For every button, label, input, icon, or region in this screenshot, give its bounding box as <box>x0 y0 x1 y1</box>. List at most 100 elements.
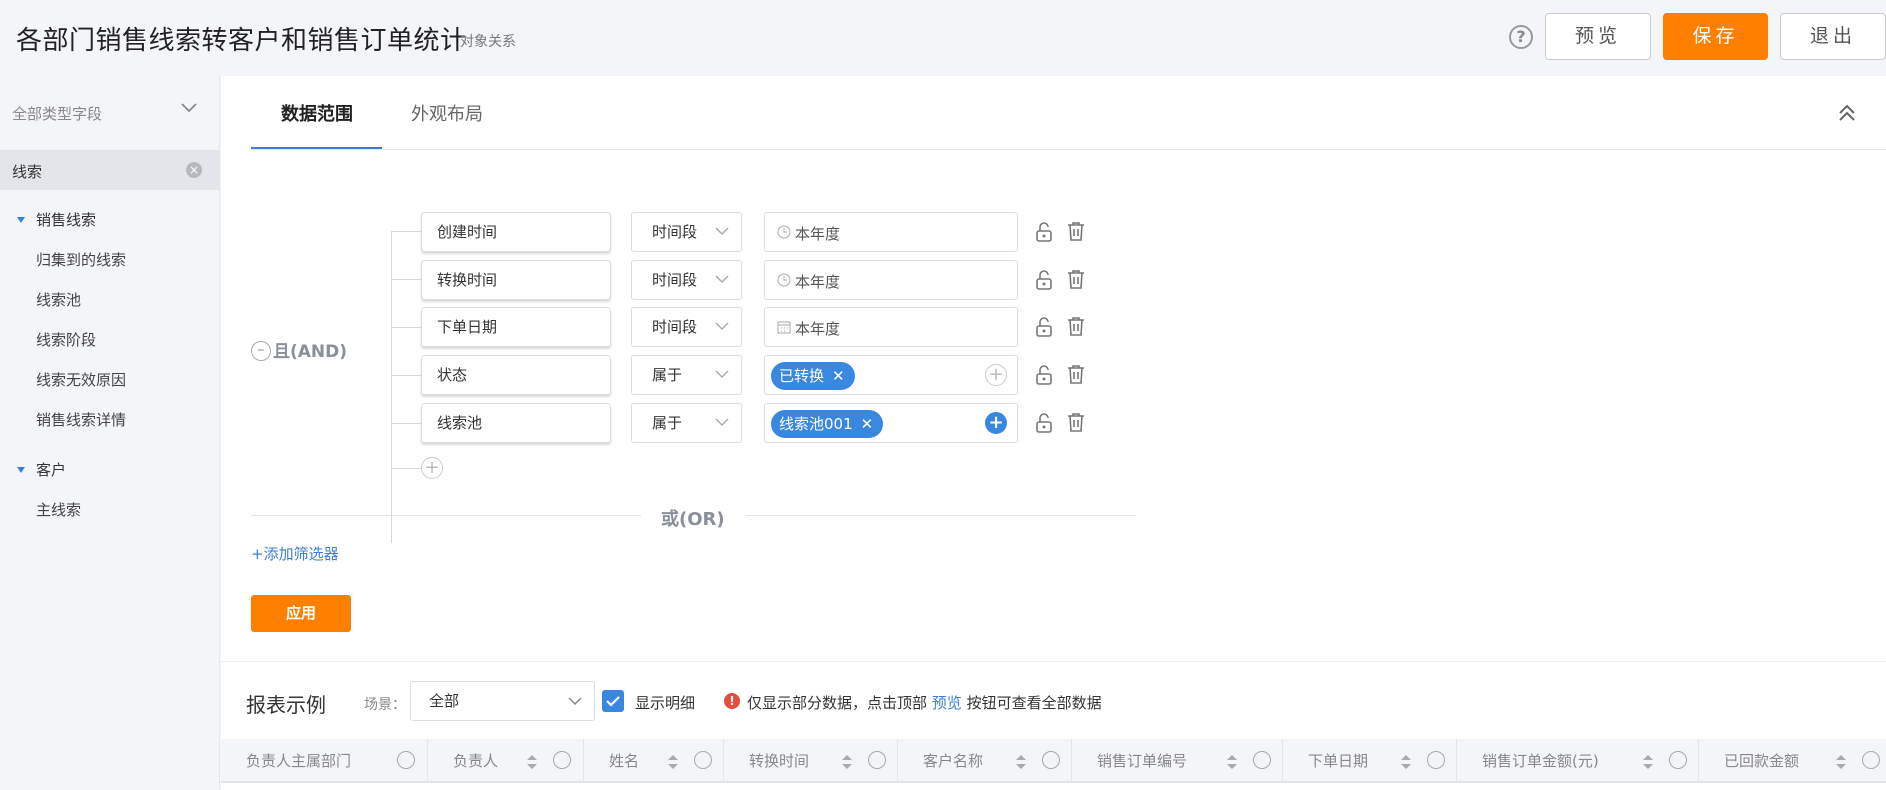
value-text: 本年度 <box>795 225 841 243</box>
condition-field[interactable]: 下单日期 <box>421 307 611 347</box>
tree-branch <box>391 375 421 376</box>
filter-icon[interactable] <box>868 751 886 769</box>
clear-search-icon[interactable]: × <box>186 162 202 178</box>
tree-group-customer: 客户 主线索 <box>0 450 220 530</box>
condition-value[interactable]: 已转换 ✕ + <box>764 355 1018 395</box>
column-label: 负责人主属部门 <box>246 752 352 770</box>
scene-select[interactable]: 全部 <box>410 681 595 721</box>
add-value-icon[interactable]: + <box>985 412 1007 434</box>
column-label: 已回款金额 <box>1724 752 1800 770</box>
main-panel: 数据范围 外观布局 – 且(AND) 创建时间 时间段 本年度 转换时间 时间段… <box>221 76 1886 661</box>
condition-operator[interactable]: 属于 <box>631 355 742 395</box>
add-condition-icon[interactable]: + <box>421 457 443 479</box>
tab-data-range[interactable]: 数据范围 <box>281 100 353 126</box>
condition-value[interactable]: 线索池001 ✕ + <box>764 403 1018 443</box>
or-label: 或(OR) <box>661 509 725 530</box>
apply-button[interactable]: 应用 <box>251 595 351 632</box>
filter-icon[interactable] <box>1427 751 1445 769</box>
or-divider <box>746 515 1136 516</box>
add-value-icon[interactable]: + <box>985 364 1007 386</box>
or-divider <box>251 515 641 516</box>
filter-icon[interactable] <box>1862 751 1880 769</box>
sort-icon <box>1227 755 1237 769</box>
tree-item[interactable]: 线索无效原因 <box>0 360 220 400</box>
column-header[interactable]: 已回款金额 <box>1699 739 1886 783</box>
tree-item[interactable]: 主线索 <box>0 490 220 530</box>
condition-value[interactable]: 本年度 <box>764 307 1018 347</box>
sort-icon <box>668 755 678 769</box>
column-header[interactable]: 销售订单编号 <box>1072 739 1283 783</box>
add-filter-link[interactable]: +添加筛选器 <box>251 543 339 564</box>
condition-field[interactable]: 状态 <box>421 355 611 395</box>
filter-icon[interactable] <box>1669 751 1687 769</box>
condition-operator[interactable]: 属于 <box>631 403 742 443</box>
tab-appearance-layout[interactable]: 外观布局 <box>411 100 483 126</box>
condition-value[interactable]: 本年度 <box>764 260 1018 300</box>
help-icon[interactable]: ? <box>1509 25 1533 49</box>
condition-field[interactable]: 转换时间 <box>421 260 611 300</box>
tree-branch <box>391 468 421 469</box>
chevron-down-icon <box>715 227 729 236</box>
save-button[interactable]: 保存 <box>1663 13 1768 60</box>
collapse-group-icon[interactable]: – <box>251 341 271 361</box>
tree-branch <box>391 423 421 424</box>
condition-field[interactable]: 创建时间 <box>421 212 611 252</box>
filter-icon[interactable] <box>694 751 712 769</box>
sort-icon <box>527 755 537 769</box>
condition-operator[interactable]: 时间段 <box>631 212 742 252</box>
column-label: 转换时间 <box>749 752 810 770</box>
tree-item[interactable]: 销售线索详情 <box>0 400 220 440</box>
column-header[interactable]: 姓名 <box>584 739 724 783</box>
show-detail-label: 显示明细 <box>635 694 696 712</box>
chevron-down-icon[interactable] <box>180 102 198 114</box>
condition-operator[interactable]: 时间段 <box>631 307 742 347</box>
collapse-up-icon[interactable] <box>1837 103 1857 123</box>
sort-icon <box>1643 755 1653 769</box>
tree-item[interactable]: 线索阶段 <box>0 320 220 360</box>
field-search-row[interactable]: 线索 × <box>0 150 220 190</box>
caret-down-icon <box>17 217 25 223</box>
delete-icon <box>1068 222 1084 241</box>
clock-icon <box>777 273 791 287</box>
tree-group-header[interactable]: 客户 <box>0 450 220 490</box>
condition-field[interactable]: 线索池 <box>421 403 611 443</box>
condition-tree-line <box>391 231 392 543</box>
column-header[interactable]: 下单日期 <box>1283 739 1457 783</box>
column-header[interactable]: 转换时间 <box>724 739 898 783</box>
check-icon <box>606 696 620 707</box>
field-search-input[interactable]: 线索 <box>12 161 42 182</box>
column-label: 客户名称 <box>923 752 984 770</box>
unlock-icon <box>1036 270 1052 290</box>
condition-value[interactable]: 本年度 <box>764 212 1018 252</box>
column-header[interactable]: 负责人主属部门 <box>221 739 428 783</box>
value-text: 本年度 <box>795 273 841 291</box>
value-text: 本年度 <box>795 320 841 338</box>
show-detail-checkbox[interactable] <box>602 690 624 712</box>
tree-group-header[interactable]: 销售线索 <box>0 200 220 240</box>
column-header[interactable]: 销售订单金额(元) <box>1457 739 1699 783</box>
column-header[interactable]: 客户名称 <box>898 739 1072 783</box>
operator-label: 时间段 <box>652 271 698 289</box>
remove-tag-icon[interactable]: ✕ <box>861 415 874 433</box>
tree-group-sales-leads: 销售线索 归集到的线索 线索池 线索阶段 线索无效原因 销售线索详情 <box>0 200 220 440</box>
tree-item[interactable]: 线索池 <box>0 280 220 320</box>
filter-icon[interactable] <box>1042 751 1060 769</box>
preview-button[interactable]: 预览 <box>1545 13 1651 60</box>
condition-operator[interactable]: 时间段 <box>631 260 742 300</box>
preview-link[interactable]: 预览 <box>932 694 962 712</box>
column-header[interactable]: 负责人 <box>428 739 584 783</box>
delete-icon <box>1068 413 1084 432</box>
filter-icon[interactable] <box>553 751 571 769</box>
tree-item[interactable]: 归集到的线索 <box>0 240 220 280</box>
filter-icon[interactable] <box>397 751 415 769</box>
filter-icon[interactable] <box>1253 751 1271 769</box>
sort-icon <box>1836 755 1846 769</box>
sort-icon <box>1016 755 1026 769</box>
remove-tag-icon[interactable]: ✕ <box>832 367 845 385</box>
report-title: 报表示例 <box>246 693 326 717</box>
field-type-select[interactable]: 全部类型字段 <box>12 103 102 124</box>
tree-group-label: 客户 <box>36 461 67 479</box>
exit-button[interactable]: 退出 <box>1780 13 1886 60</box>
unlock-icon <box>1036 222 1052 242</box>
sort-icon <box>842 755 852 769</box>
